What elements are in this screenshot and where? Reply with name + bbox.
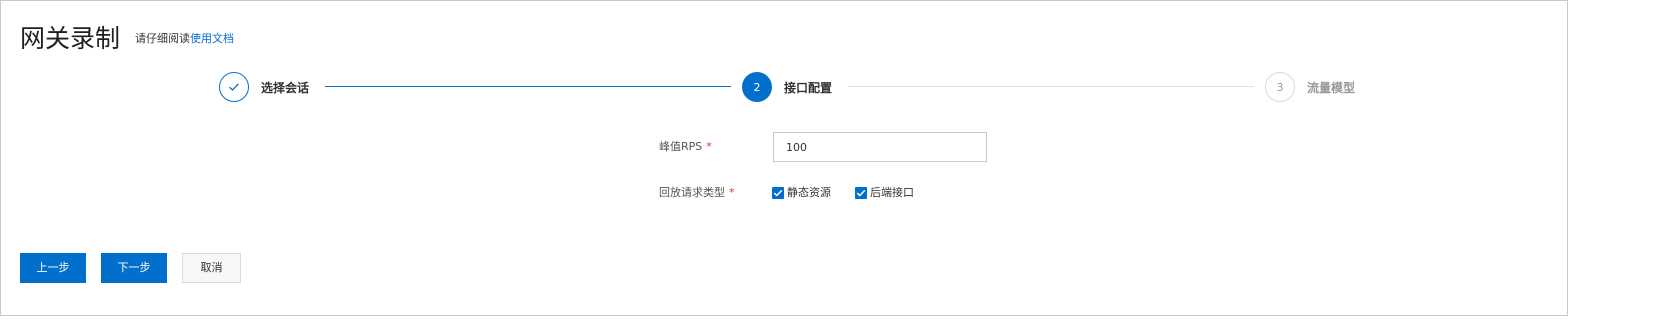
step-2-label: 接口配置 [784,81,833,95]
replay-type-label: 回放请求类型 * [659,185,735,201]
backend-api-label: 后端接口 [870,186,914,199]
checkbox-checked-icon[interactable] [855,187,867,199]
page-hint: 请仔细阅读使用文档 [135,31,234,47]
backend-api-checkbox[interactable]: 后端接口 [855,185,914,201]
rps-input[interactable] [773,132,987,162]
step-1-connector [325,86,731,87]
page-title: 网关录制 [20,24,121,53]
step-2-connector [848,86,1254,87]
step-3-label: 流量模型 [1307,81,1356,95]
rps-label: 峰值RPS * [659,139,712,155]
prev-step-button[interactable]: 上一步 [20,253,86,283]
static-resource-checkbox[interactable]: 静态资源 [772,185,831,201]
step-3-indicator: 3 [1265,72,1295,102]
cancel-button[interactable]: 取消 [182,253,241,283]
static-resource-label: 静态资源 [787,186,831,199]
rps-label-text: 峰值RPS [659,140,703,153]
step-1-indicator [219,72,249,102]
step-2-indicator: 2 [742,72,772,102]
next-step-button[interactable]: 下一步 [101,253,167,283]
checkbox-checked-icon[interactable] [772,187,784,199]
page-frame: 网关录制 请仔细阅读使用文档 选择会话 2 接口配置 3 流量模型 峰值RPS *… [0,0,1568,316]
check-icon [229,83,239,91]
required-mark: * [729,186,735,199]
replay-type-label-text: 回放请求类型 [659,186,725,199]
required-mark: * [706,140,712,153]
hint-text: 请仔细阅读 [135,32,190,45]
step-1-label: 选择会话 [261,81,310,95]
doc-link[interactable]: 使用文档 [190,32,234,45]
